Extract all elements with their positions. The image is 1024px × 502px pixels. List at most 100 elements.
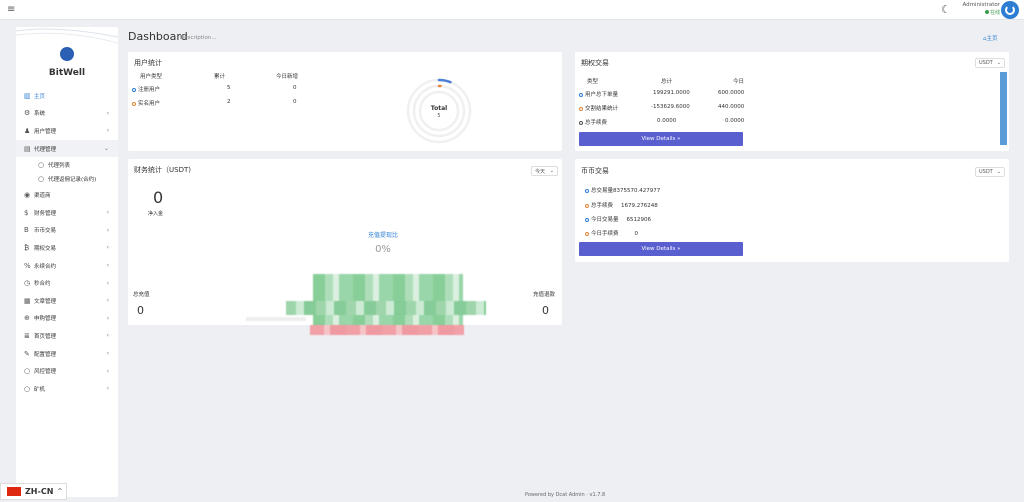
net-deposit-label: 净入金 <box>148 211 164 217</box>
sidebar-item-label: 代理列表 <box>48 162 71 169</box>
sidebar-item[interactable]: ≣ 首页管理 ‹ <box>16 327 118 345</box>
sidebar-item[interactable]: % 永续合约 ‹ <box>16 257 118 275</box>
sidebar-item-label: 配置管理 <box>34 351 57 358</box>
user-stats-card: 用户统计 用户类型 累计 今日新增 注册用户 5 0 实名用户 2 0 Tota… <box>128 52 562 151</box>
theme-toggle-icon[interactable]: ☾ <box>941 3 951 16</box>
circle-icon: ○ <box>38 160 45 169</box>
currency-select[interactable]: USDT ⌄ <box>975 167 1005 177</box>
chevron-down-icon: ⌄ <box>996 169 1001 175</box>
bitcoin-icon: B <box>24 226 29 235</box>
series-dot-icon <box>132 101 136 106</box>
user-menu[interactable]: Administrator 在线 <box>952 1 1001 17</box>
user-circle-icon: ◉ <box>24 191 31 200</box>
list-item: 总交易量8375570.427977 <box>585 186 660 194</box>
chevron-left-icon: ‹ <box>106 244 109 252</box>
series-dot-icon <box>579 92 583 97</box>
sidebar-item[interactable]: ✎ 配置管理 ‹ <box>16 345 118 363</box>
card-title: 用户统计 <box>134 59 162 67</box>
language-label: ZH-CN <box>25 487 54 496</box>
view-details-button[interactable]: View Details » <box>579 242 743 256</box>
sidebar-item[interactable]: ◷ 秒合约 ‹ <box>16 274 118 292</box>
sidebar-item[interactable]: ♟ 用户管理 ‹ <box>16 122 118 140</box>
sidebar-item-label: 代理管理 <box>34 146 57 153</box>
column-header: 今日 <box>733 79 745 85</box>
sidebar-subitem[interactable]: ○ 代理列表 <box>16 157 118 172</box>
bitcoin-sign-icon: ₿ <box>24 243 30 252</box>
chevron-left-icon: ‹ <box>106 109 109 117</box>
chevron-left-icon: ‹ <box>106 297 109 305</box>
sidebar-item-label: 首页管理 <box>34 333 57 340</box>
online-dot-icon <box>984 10 989 14</box>
power-icon <box>1005 5 1015 15</box>
sidebar-item[interactable]: $ 财务管理 ‹ <box>16 204 118 222</box>
china-flag-icon <box>7 487 21 496</box>
table-cell: -153629.6000 <box>651 104 690 110</box>
spot-trading-card: 币币交易 USDT ⌄ 总交易量8375570.427977 总手续费 1679.2… <box>575 159 1009 262</box>
chevron-left-icon: ‹ <box>106 332 109 340</box>
sidebar-item-label: 币币交易 <box>34 228 57 235</box>
table-cell: 0.0000 <box>725 118 745 124</box>
clock-icon: ◷ <box>24 279 31 288</box>
chevron-left-icon: ‹ <box>106 226 109 234</box>
brand-name: BitWell <box>48 68 86 78</box>
sidebar-item-label: 财务管理 <box>34 210 57 217</box>
view-details-button[interactable]: View Details » <box>579 132 743 146</box>
sidebar-item-label: 渠道商 <box>34 193 51 200</box>
options-trading-card: 期权交易 USDT ⌄ 类型 总计 今日 用户总下单量 199291.0000 6… <box>575 52 1009 151</box>
logo-icon <box>60 47 74 61</box>
user-donut-chart: Total 5 <box>406 78 472 144</box>
top-navbar: ≡ ☾ Administrator 在线 <box>0 0 1024 20</box>
series-dot-icon <box>585 188 589 193</box>
list-item: 今日交易量 6512906 <box>585 215 651 223</box>
column-header: 总计 <box>661 79 673 85</box>
sidebar-item[interactable]: ⚙ 系统 ‹ <box>16 105 118 123</box>
sidebar-item[interactable]: ₿ 期权交易 ‹ <box>16 239 118 257</box>
sidebar-item-label: 用户管理 <box>34 128 57 135</box>
breadcrumb-home[interactable]: ⌂主页 <box>983 34 998 42</box>
language-switcher[interactable]: ZH-CN ^ <box>0 483 67 500</box>
table-cell: 0 <box>293 99 297 105</box>
sidebar-item-label: 申购管理 <box>34 316 57 323</box>
chart-bar-icon: ▥ <box>24 91 31 100</box>
donut-center-label: Total <box>431 105 447 112</box>
dollar-icon: $ <box>24 208 29 217</box>
sidebar: BitWell ▥ 主页 ⚙ 系统 ‹ ♟ 用户管理 ‹ ▤ 代理管理 ⌄ ○ 代理列表 ○ 代理返佣记录(… <box>16 27 118 497</box>
table-cell: 440.0000 <box>718 104 745 110</box>
sidebar-item[interactable]: B 币币交易 ‹ <box>16 222 118 240</box>
sidebar-subitem[interactable]: ○ 代理返佣记录(合约) <box>16 172 118 187</box>
chevron-down-icon: ⌄ <box>549 168 554 174</box>
online-status: 在线 <box>952 9 1000 17</box>
sidebar-item[interactable]: ○ 风控管理 ‹ <box>16 362 118 380</box>
avatar[interactable] <box>1001 1 1019 19</box>
sidebar-decoration <box>16 28 118 44</box>
total-deposit-label: 总充值 <box>133 292 150 298</box>
sidebar-menu: ▥ 主页 ⚙ 系统 ‹ ♟ 用户管理 ‹ ▤ 代理管理 ⌄ ○ 代理列表 ○ 代理返佣记录(合约) ◉ 渠道商 $… <box>16 87 118 398</box>
table-row: 交割结果统计 <box>579 104 618 112</box>
currency-select[interactable]: USDT ⌄ <box>975 58 1005 68</box>
net-deposit-value: 0 <box>153 188 164 207</box>
table-row: 实名用户 <box>132 99 160 107</box>
sidebar-item[interactable]: ⊕ 申购管理 ‹ <box>16 310 118 328</box>
chevron-left-icon: ‹ <box>106 279 109 287</box>
chevron-left-icon: ‹ <box>106 350 109 358</box>
id-card-icon: ▤ <box>24 144 31 153</box>
menu-toggle-icon[interactable]: ≡ <box>7 4 15 15</box>
keyboard-icon: ▦ <box>24 296 31 305</box>
series-dot-icon <box>579 106 583 111</box>
card-title: 财务统计（USDT) <box>134 166 191 174</box>
sidebar-item-label: 主页 <box>34 93 46 100</box>
ratio-label: 充值提现比 <box>367 232 398 239</box>
page-description: Description... <box>180 35 217 41</box>
page-title: Dashboard <box>128 30 188 43</box>
period-select[interactable]: 今天 ⌄ <box>531 166 558 176</box>
sidebar-item[interactable]: ▤ 代理管理 ⌄ <box>16 139 118 158</box>
series-dot-icon <box>585 231 589 236</box>
list-item: 总手续费 1679.276248 <box>585 201 658 209</box>
sidebar-item[interactable]: ○ 矿机 ‹ <box>16 380 118 398</box>
scrollbar[interactable] <box>1000 72 1007 145</box>
sidebar-item[interactable]: ◉ 渠道商 <box>16 186 118 204</box>
sidebar-item[interactable]: ▥ 主页 <box>16 87 118 105</box>
donut-center-value: 5 <box>437 113 440 119</box>
circle-icon: ○ <box>38 175 45 184</box>
sidebar-item[interactable]: ▦ 文章管理 ‹ <box>16 292 118 310</box>
